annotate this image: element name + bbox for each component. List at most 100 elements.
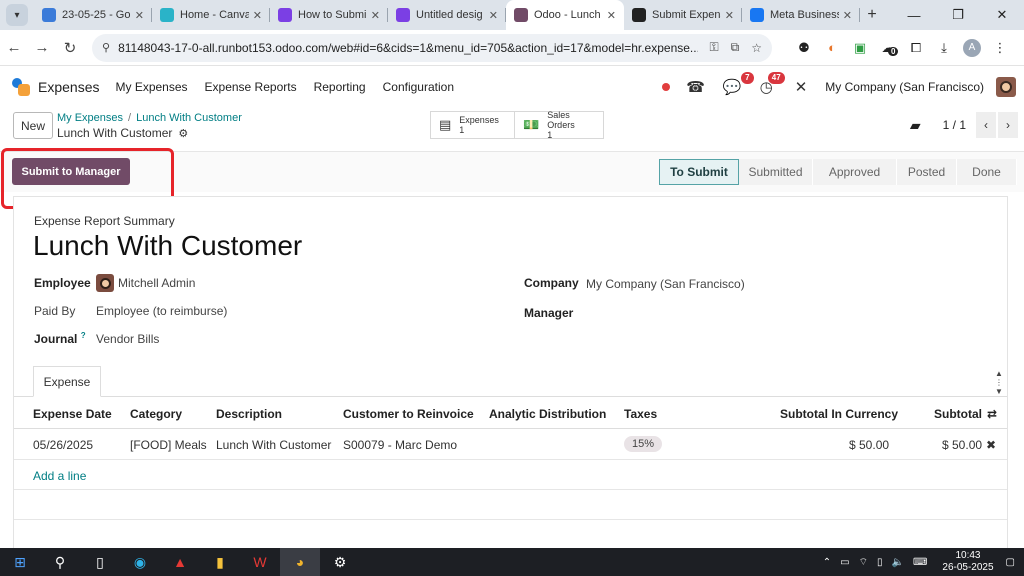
browser-tab[interactable]: Meta Business ✕ [742, 0, 860, 30]
stage-to-submit[interactable]: To Submit [659, 159, 739, 185]
col-category[interactable]: Category [130, 407, 182, 421]
expenses-smart-button[interactable]: ▤ Expenses 1 [430, 111, 515, 139]
file-explorer-icon[interactable]: ▮ [200, 548, 240, 576]
task-view-icon[interactable]: ▯ [80, 548, 120, 576]
browser-tab[interactable]: Odoo - Lunch ✕ [506, 0, 624, 30]
tab-close-icon[interactable]: ✕ [489, 9, 498, 22]
pager-previous-button[interactable]: ‹ [976, 112, 996, 138]
browser-tab[interactable]: Untitled desig ✕ [388, 0, 506, 30]
cell-category[interactable]: [FOOD] Meals [130, 438, 207, 452]
expenses-app-icon[interactable] [12, 78, 30, 96]
windows-start-icon[interactable]: ⊞ [0, 548, 40, 576]
breadcrumb-my-expenses[interactable]: My Expenses [57, 112, 123, 124]
app-name[interactable]: Expenses [38, 79, 99, 95]
pager-next-button[interactable]: › [998, 112, 1018, 138]
forward-icon[interactable]: → [28, 39, 56, 56]
cell-customer[interactable]: S00079 - Marc Demo [343, 438, 457, 452]
tab-close-icon[interactable]: ✕ [253, 9, 262, 22]
downloads-icon[interactable]: ⤓ [930, 40, 958, 56]
password-key-icon[interactable]: ⚿ [710, 40, 719, 55]
menu-reporting[interactable]: Reporting [314, 80, 366, 94]
menu-configuration[interactable]: Configuration [383, 80, 454, 94]
stage-submitted[interactable]: Submitted [739, 159, 813, 185]
site-info-icon[interactable]: ⚲ [102, 41, 110, 54]
reload-icon[interactable]: ↻ [56, 39, 84, 57]
col-subtotal[interactable]: Subtotal [934, 407, 982, 421]
browser-tab[interactable]: How to Submi ✕ [270, 0, 388, 30]
extension-orange-icon[interactable]: ◐ [818, 40, 846, 55]
wps-office-icon[interactable]: W [240, 548, 280, 576]
stage-posted[interactable]: Posted [897, 159, 957, 185]
recording-indicator-icon[interactable] [662, 83, 671, 91]
notification-icon[interactable]: ▢ [1006, 557, 1015, 568]
tray-network-icon[interactable]: ⌔ [859, 556, 868, 569]
edge-browser-icon[interactable]: ◉ [120, 548, 160, 576]
col-analytic-distribution[interactable]: Analytic Distribution [489, 407, 606, 421]
cell-date[interactable]: 05/26/2025 [33, 438, 93, 452]
tab-close-icon[interactable]: ✕ [725, 9, 734, 22]
browser-tab[interactable]: Home - Canva ✕ [152, 0, 270, 30]
cell-description[interactable]: Lunch With Customer [216, 438, 331, 452]
menu-expense-reports[interactable]: Expense Reports [205, 80, 297, 94]
close-window-icon[interactable]: ✕ [980, 7, 1024, 23]
tray-volume-icon[interactable]: 🔈 [892, 557, 904, 568]
taskbar-clock[interactable]: 10:43 26-05-2025 [942, 550, 993, 574]
address-bar[interactable]: ⚲ 81148043-17-0-all.runbot153.odoo.com/w… [92, 33, 772, 62]
messages-icon[interactable]: 💬 7 [723, 72, 754, 96]
pager-value[interactable]: 1 / 1 [943, 118, 966, 132]
tab-close-icon[interactable]: ✕ [607, 9, 616, 22]
extensions-puzzle-icon[interactable]: ⧠ [902, 40, 930, 56]
employee-field[interactable]: Mitchell Admin [96, 274, 195, 292]
user-avatar[interactable] [996, 77, 1016, 97]
extension-green-icon[interactable]: ▣ [846, 40, 874, 56]
new-button[interactable]: New [13, 112, 53, 139]
extension-robot-icon[interactable]: ⚉ [790, 40, 818, 56]
browser-tab[interactable]: 23-05-25 - Go ✕ [34, 0, 152, 30]
phone-icon[interactable]: ☎ [686, 78, 705, 96]
tray-battery-icon[interactable]: ▯ [877, 557, 883, 568]
gear-icon[interactable]: ⚙ [178, 127, 188, 140]
col-subtotal-in-currency[interactable]: Subtotal In Currency [780, 407, 898, 421]
journal-help-icon[interactable]: ? [81, 331, 86, 340]
tab-search-button[interactable]: ▾ [6, 4, 28, 26]
bookmark-star-icon[interactable]: ☆ [751, 41, 762, 55]
optional-columns-icon[interactable]: ⇄ [987, 407, 997, 421]
col-expense-date[interactable]: Expense Date [33, 407, 112, 421]
minimize-icon[interactable]: — [892, 8, 936, 23]
install-app-icon[interactable]: ⧉ [731, 40, 740, 55]
acrobat-icon[interactable]: ▲ [160, 548, 200, 576]
cell-subtotal[interactable]: $ 50.00 [942, 438, 982, 452]
back-icon[interactable]: ← [0, 39, 28, 56]
tab-close-icon[interactable]: ✕ [843, 9, 852, 22]
browser-menu-icon[interactable]: ⋮ [986, 40, 1014, 56]
url-text[interactable]: 81148043-17-0-all.runbot153.odoo.com/web… [118, 41, 697, 55]
company-switcher[interactable]: My Company (San Francisco) [825, 80, 984, 94]
delete-line-icon[interactable]: ✖ [986, 438, 996, 452]
profile-button[interactable]: A [958, 38, 986, 57]
activities-clock-icon[interactable]: ◷ 47 [760, 72, 785, 96]
scroll-arrows-icon[interactable]: ▲ ⋮ ▼ [995, 369, 1003, 396]
col-customer-to-reinvoice[interactable]: Customer to Reinvoice [343, 407, 474, 421]
tax-badge[interactable]: 15% [624, 436, 663, 452]
attachment-icon[interactable]: ▰ [910, 117, 921, 134]
extension-cloud-icon[interactable]: ☁ 0 [874, 40, 902, 56]
company-field[interactable]: My Company (San Francisco) [586, 277, 745, 291]
chrome-icon[interactable]: ◕ [280, 548, 320, 576]
col-taxes[interactable]: Taxes [624, 407, 657, 421]
restore-icon[interactable]: ❐ [936, 7, 980, 23]
tray-overflow-icon[interactable]: ⌃ [823, 557, 831, 568]
tab-expense[interactable]: Expense [33, 366, 101, 397]
tray-app-icon[interactable]: ▭ [840, 557, 849, 568]
stage-approved[interactable]: Approved [813, 159, 897, 185]
col-description[interactable]: Description [216, 407, 282, 421]
sales-orders-smart-button[interactable]: 💵 Sales Orders 1 [515, 110, 604, 140]
debug-tools-icon[interactable]: ✕ [795, 78, 808, 96]
tab-close-icon[interactable]: ✕ [371, 9, 380, 22]
tab-close-icon[interactable]: ✕ [135, 9, 144, 22]
add-a-line-link[interactable]: Add a line [33, 469, 86, 483]
table-row[interactable]: 05/26/2025 [FOOD] Meals Lunch With Custo… [14, 429, 1007, 460]
new-tab-button[interactable]: + [860, 6, 884, 24]
cell-subtotal-currency[interactable]: $ 50.00 [849, 438, 889, 452]
menu-my-expenses[interactable]: My Expenses [115, 80, 187, 94]
paid-by-field[interactable]: Employee (to reimburse) [96, 304, 227, 318]
